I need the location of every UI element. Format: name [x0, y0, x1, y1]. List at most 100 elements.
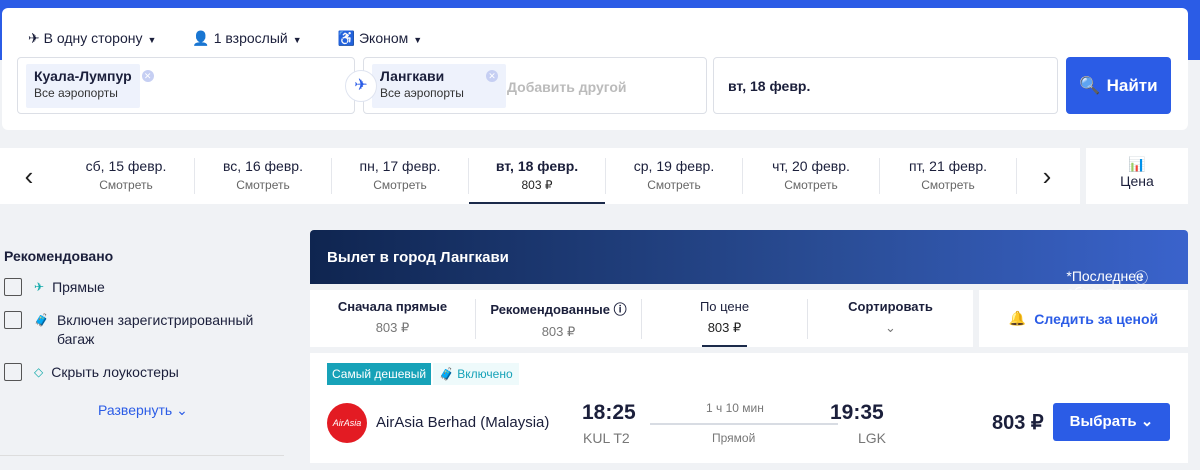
prev-arrow-icon[interactable]: ‹	[0, 161, 58, 192]
expand-link[interactable]: Развернуть ⌄	[98, 402, 290, 419]
checkbox[interactable]	[4, 363, 22, 381]
airline-name: AirAsia Berhad (Malaysia)	[376, 414, 550, 431]
arrival-code: LGK	[858, 430, 887, 446]
date-label: ср, 19 февр.	[633, 158, 715, 174]
departure-code: KUL T2	[583, 430, 630, 446]
date-price: Смотреть	[99, 178, 153, 192]
sort-price: 803 ₽	[707, 319, 742, 335]
passengers-label: 1 взрослый	[213, 30, 288, 46]
search-icon: 🔍	[1079, 75, 1101, 95]
cabin-label: Эконом	[358, 30, 409, 46]
caret-down-icon: ▼	[147, 35, 157, 45]
sort-direct-first[interactable]: Сначала прямые 803 ₽	[310, 298, 476, 339]
departure-time: 18:25	[582, 401, 636, 424]
search-label: Найти	[1106, 75, 1158, 95]
sort-title: Сначала прямые	[337, 298, 448, 314]
date-price: Смотреть	[236, 178, 290, 192]
to-city: Лангкави	[380, 68, 445, 84]
date-label: сб, 15 февр.	[85, 158, 167, 174]
caret-down-icon: ▼	[292, 35, 302, 45]
from-city: Куала-Лумпур	[34, 68, 132, 84]
stops-label: Прямой	[712, 431, 756, 445]
baggage-badge: 🧳 Включено	[433, 363, 519, 385]
from-airports: Все аэропорты	[34, 86, 118, 100]
sort-dropdown[interactable]: Сортировать ⌄	[808, 299, 973, 339]
banner-title: Вылет в город Лангкави	[327, 249, 509, 266]
date-value: вт, 18 февр.	[728, 78, 811, 94]
chevron-down-icon: ⌄	[885, 319, 896, 335]
date-item[interactable]: вс, 16 февр. Смотреть	[195, 158, 332, 194]
info-icon[interactable]: ⓘ	[614, 302, 627, 317]
date-item[interactable]: пт, 21 февр. Смотреть	[880, 158, 1017, 194]
next-arrow-icon[interactable]: ›	[1017, 161, 1077, 192]
date-price: Смотреть	[373, 178, 427, 192]
baggage-label: Включено	[457, 367, 513, 381]
cabin-dropdown[interactable]: ♿ Эконом ▼	[338, 30, 423, 47]
date-item-selected[interactable]: вт, 18 февр. 803 ₽	[469, 158, 606, 204]
date-field[interactable]: вт, 18 февр.	[713, 57, 1058, 114]
from-chip: Куала-Лумпур Все аэропорты ✕	[26, 64, 154, 108]
price-chart-button[interactable]: 📊 Цена	[1086, 148, 1188, 204]
to-field[interactable]: Лангкави Все аэропорты ✕ Добавить другой	[363, 57, 707, 114]
tag-icon: ◇	[34, 365, 44, 379]
watch-price-button[interactable]: 🔔 Следить за ценой	[979, 290, 1188, 347]
filter-lowcost[interactable]: ◇ Скрыть лоукостеры	[4, 363, 290, 382]
plane-icon: ✈	[28, 30, 44, 46]
swap-plane-icon[interactable]: ✈	[345, 70, 377, 102]
results-banner: Вылет в город Лангкави*Последнее обновле…	[310, 230, 1188, 316]
passengers-dropdown[interactable]: 👤 1 взрослый ▼	[192, 30, 301, 47]
arrival-time: 19:35	[830, 401, 884, 424]
date-price: Смотреть	[647, 178, 701, 192]
sort-price: 803 ₽	[375, 319, 410, 335]
date-price: Смотреть	[921, 178, 975, 192]
chevron-down-icon: ⌄	[1136, 413, 1154, 430]
luggage-icon: 🧳	[34, 313, 49, 327]
bell-icon: 🔔	[1008, 310, 1027, 326]
date-item[interactable]: ср, 19 февр. Смотреть	[606, 158, 743, 194]
divider	[0, 455, 284, 456]
clear-icon[interactable]: ✕	[486, 70, 498, 82]
date-price: Смотреть	[784, 178, 838, 192]
filter-baggage[interactable]: 🧳 Включен зарегистрированный багаж	[4, 311, 290, 349]
date-item[interactable]: пн, 17 февр. Смотреть	[332, 158, 469, 194]
sort-title: Рекомендованные	[490, 301, 611, 317]
direct-flight-icon: ✈	[34, 280, 45, 294]
info-icon[interactable]: ⓘ	[1134, 268, 1148, 288]
flight-duration: 1 ч 10 мин	[706, 401, 764, 415]
filters-title: Рекомендовано	[4, 248, 114, 264]
cheapest-badge: Самый дешевый	[327, 363, 432, 385]
date-label: вс, 16 февр.	[223, 158, 303, 174]
date-item[interactable]: чт, 20 февр. Смотреть	[743, 158, 880, 194]
checkbox[interactable]	[4, 311, 22, 329]
date-label: вт, 18 февр.	[495, 158, 579, 174]
checkbox[interactable]	[4, 278, 22, 296]
select-button[interactable]: Выбрать ⌄	[1053, 403, 1170, 441]
filter-direct[interactable]: ✈ Прямые	[4, 278, 290, 297]
to-airports: Все аэропорты	[380, 86, 464, 100]
seat-icon: ♿	[337, 30, 359, 46]
date-item[interactable]: сб, 15 февр. Смотреть	[58, 158, 195, 194]
add-other-placeholder[interactable]: Добавить другой	[507, 79, 627, 95]
chevron-down-icon: ⌄	[172, 402, 188, 418]
filters-sidebar: Рекомендовано ✈ Прямые 🧳 Включен зарегистр…	[0, 230, 290, 419]
flight-card[interactable]: Самый дешевый 🧳 Включено AirAsia AirAsia…	[310, 353, 1188, 463]
flight-price: 803 ₽	[992, 412, 1044, 434]
trip-type-dropdown[interactable]: ✈ В одну сторону ▼	[28, 30, 156, 47]
date-label: пн, 17 февр.	[359, 158, 441, 174]
bar-chart-icon: 📊	[1128, 156, 1146, 172]
sort-title: По цене	[699, 298, 750, 314]
sort-by-price[interactable]: По цене 803 ₽	[642, 298, 808, 347]
search-button[interactable]: 🔍 Найти	[1066, 57, 1171, 114]
clear-icon[interactable]: ✕	[141, 70, 154, 82]
from-field[interactable]: Куала-Лумпур Все аэропорты ✕	[17, 57, 355, 114]
date-label: пт, 21 февр.	[908, 158, 988, 174]
sort-price: 803 ₽	[541, 323, 576, 339]
sort-tabs: Сначала прямые 803 ₽ Рекомендованные ⓘ 803…	[310, 290, 973, 347]
date-price: 803 ₽	[521, 178, 553, 192]
sort-title: Сортировать	[848, 298, 933, 314]
date-strip: ‹ сб, 15 февр. Смотреть вс, 16 февр. Смотр…	[0, 148, 1080, 204]
person-icon: 👤	[192, 30, 214, 46]
price-label: Цена	[1120, 173, 1154, 189]
sort-recommended[interactable]: Рекомендованные ⓘ 803 ₽	[476, 298, 642, 339]
filter-label: Скрыть лоукостеры	[51, 364, 179, 380]
